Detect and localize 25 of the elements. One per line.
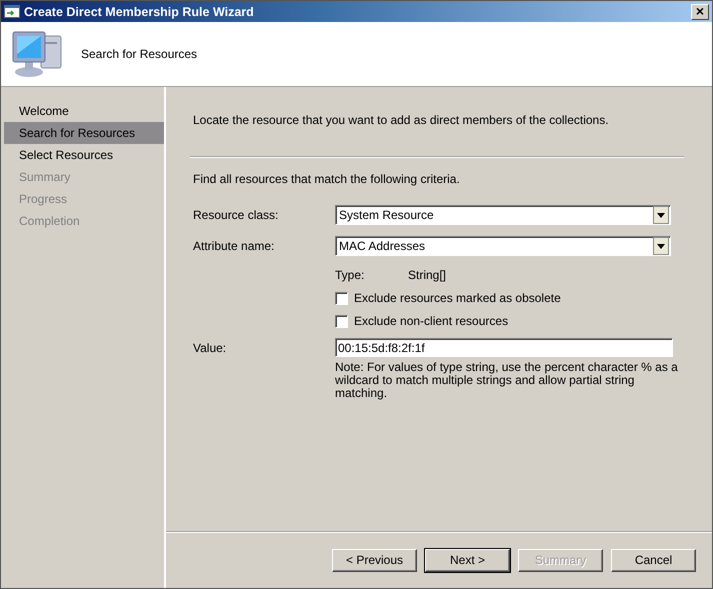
- wizard-button[interactable]: < Previous: [332, 548, 417, 572]
- wizard-button[interactable]: Cancel: [611, 548, 696, 572]
- checkbox[interactable]: [335, 314, 348, 328]
- resource-class-dropdown[interactable]: System Resource: [335, 205, 671, 225]
- window-icon: [4, 5, 20, 18]
- field-label: Value:: [193, 340, 228, 354]
- wizard-button[interactable]: Next >: [425, 548, 510, 572]
- criteria-heading: Find all resources that match the following criteria.: [193, 172, 461, 186]
- checkbox-label[interactable]: Exclude resources marked as obsolete: [354, 291, 561, 305]
- page-title: Search for Resources: [81, 47, 198, 61]
- checkbox-label[interactable]: Exclude non-client resources: [354, 314, 508, 328]
- intro-text: Locate the resource that you want to add as direct members of the collections.: [193, 113, 610, 127]
- type-value: String[]: [408, 268, 446, 282]
- window-title: Create Direct Membership Rule Wizard: [24, 4, 255, 18]
- checkbox[interactable]: [335, 292, 348, 304]
- wizard-step[interactable]: Select Resources: [4, 144, 164, 166]
- type-label: Type:: [335, 268, 366, 282]
- note-text: Note: For values of type string, use the percent character % as a wildcard to match multiple strings and allow partial string matching.: [335, 361, 679, 400]
- value-field[interactable]: 00:15:5d:f8:2f:1f: [335, 338, 673, 357]
- wizard-step[interactable]: Search for Resources: [4, 122, 164, 144]
- field-label: Attribute name:: [193, 239, 276, 253]
- wizard-step[interactable]: Welcome: [4, 100, 164, 122]
- close-button[interactable]: ×: [691, 4, 709, 20]
- attribute-name-dropdown[interactable]: MAC Addresses: [335, 236, 671, 256]
- field-label: Resource class:: [193, 208, 280, 222]
